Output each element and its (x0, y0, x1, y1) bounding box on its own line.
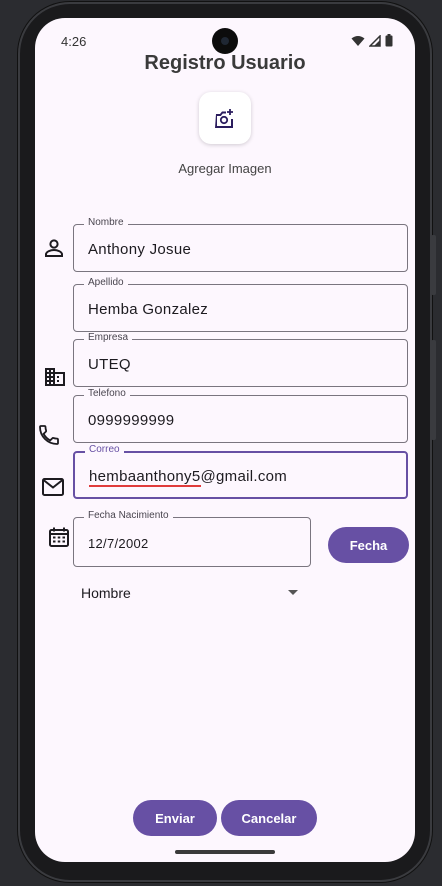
correo-field[interactable]: Correo hembaanthony5@gmail.com (73, 444, 408, 499)
telefono-field[interactable]: Telefono 0999999999 (73, 388, 408, 443)
add-image-button[interactable] (199, 92, 251, 144)
apellido-value: Hemba Gonzalez (88, 301, 209, 318)
person-icon (45, 239, 63, 257)
gender-select[interactable]: Hombre (73, 578, 298, 608)
status-icons (351, 34, 393, 47)
calendar-icon (49, 527, 69, 547)
nombre-field[interactable]: Nombre Anthony Josue (73, 217, 408, 272)
wifi-icon (351, 35, 365, 46)
add-image-label: Agregar Imagen (178, 161, 272, 176)
empresa-value: UTEQ (88, 356, 131, 373)
enviar-button[interactable]: Enviar (133, 800, 217, 836)
fecha-nacimiento-value: 12/7/2002 (88, 536, 149, 551)
nombre-value: Anthony Josue (88, 241, 192, 258)
empresa-label: Empresa (84, 332, 133, 343)
camera-cutout (212, 28, 238, 54)
add-photo-icon (215, 109, 233, 128)
telefono-value: 0999999999 (88, 412, 175, 429)
fecha-nacimiento-label: Fecha Nacimiento (84, 510, 173, 521)
nombre-label: Nombre (84, 217, 128, 228)
status-time: 4:26 (61, 34, 87, 49)
apellido-field[interactable]: Apellido Hemba Gonzalez (73, 277, 408, 332)
business-icon (45, 368, 65, 386)
apellido-label: Apellido (84, 277, 128, 288)
correo-label: Correo (85, 444, 124, 455)
fecha-button[interactable]: Fecha (328, 527, 409, 563)
home-indicator[interactable] (175, 850, 275, 854)
power-button (431, 235, 436, 295)
page-title: Registro Usuario (144, 52, 306, 74)
battery-icon (385, 34, 393, 47)
app-screen: 4:26 Registro Usuario Agregar Imagen Nom… (35, 18, 415, 862)
chevron-down-icon (288, 590, 298, 595)
correo-value: hembaanthony5@gmail.com (89, 468, 288, 487)
phone-icon (39, 425, 59, 445)
correo-value-misspelled: hembaanthony5 (89, 468, 201, 487)
signal-icon (369, 34, 381, 47)
telefono-label: Telefono (84, 388, 130, 399)
fecha-nacimiento-field[interactable]: Fecha Nacimiento 12/7/2002 (73, 510, 311, 567)
empresa-field[interactable]: Empresa UTEQ (73, 332, 408, 387)
volume-button (431, 340, 436, 440)
cancelar-button[interactable]: Cancelar (221, 800, 317, 836)
correo-value-domain: @gmail.com (200, 468, 288, 485)
mail-icon (42, 478, 64, 496)
gender-select-value: Hombre (81, 585, 131, 601)
